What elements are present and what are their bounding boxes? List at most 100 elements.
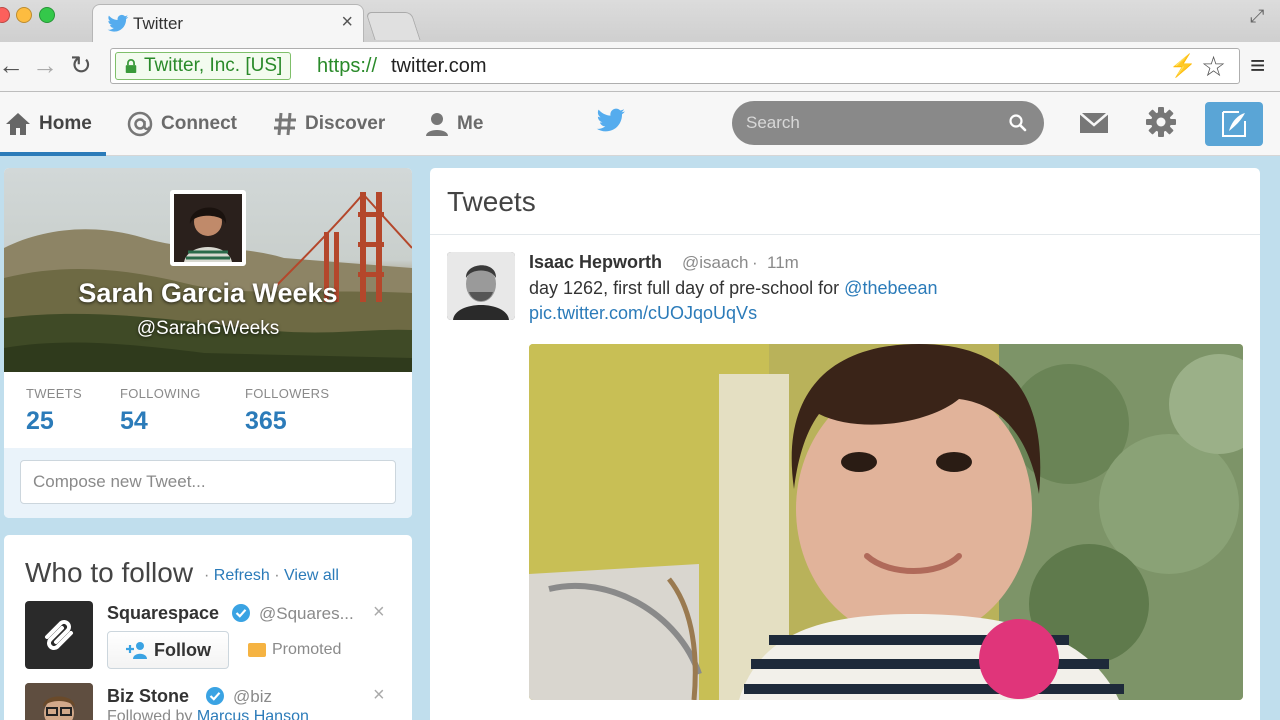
bookmark-star-icon[interactable]: ☆: [1201, 50, 1226, 83]
followed-by-text: Followed by Marcus Hanson: [107, 708, 309, 720]
tweet-author-name[interactable]: Isaac Hepworth: [529, 252, 662, 273]
search-input[interactable]: [746, 109, 996, 137]
suggestion-name[interactable]: Squarespace: [107, 603, 219, 624]
separator-dot: ·: [204, 567, 210, 584]
stat-followers-value: 365: [245, 407, 287, 435]
child-photo-art: [529, 344, 1243, 700]
timeline-title: Tweets: [447, 186, 536, 217]
profile-avatar[interactable]: [170, 190, 246, 266]
tweet-pic-link[interactable]: pic.twitter.com/cUOJqoUqVs: [529, 303, 757, 324]
forward-arrow-icon[interactable]: →: [32, 50, 58, 81]
view-all-link[interactable]: View all: [284, 567, 339, 584]
tweets-timeline: Tweets Isaac Hepworth @isaach · 11m day …: [430, 168, 1260, 720]
who-to-follow-card: Who to follow · Refresh · View all Squar…: [4, 535, 412, 720]
tweet-author-avatar[interactable]: [447, 252, 515, 320]
timeline-divider: [430, 234, 1260, 235]
nav-discover[interactable]: Discover: [272, 92, 385, 156]
profile-name[interactable]: Sarah Garcia Weeks: [4, 278, 412, 309]
stat-followers-label: FOLLOWERS: [245, 386, 330, 401]
search-box: [732, 101, 1044, 145]
nav-me-label: Me: [457, 113, 484, 134]
separator-dot: ·: [752, 253, 758, 272]
gear-icon[interactable]: [1145, 106, 1177, 138]
suggestion-name[interactable]: Biz Stone: [107, 686, 189, 707]
dismiss-suggestion-icon[interactable]: ×: [373, 684, 385, 707]
profile-cover-image: Sarah Garcia Weeks @SarahGWeeks: [4, 168, 412, 372]
minimize-window-button[interactable]: [16, 7, 32, 23]
quill-icon: [1222, 111, 1246, 137]
nav-discover-label: Discover: [305, 113, 386, 134]
reload-icon[interactable]: ↻: [70, 50, 92, 81]
browser-toolbar: ← → ↻ Twitter, Inc. [US] https:// twitte…: [0, 42, 1280, 92]
compose-tweet-button[interactable]: [1205, 102, 1263, 146]
stat-following[interactable]: FOLLOWING 54: [120, 386, 201, 436]
verified-badge-icon: [206, 687, 224, 705]
nav-home-label: Home: [39, 113, 92, 134]
close-tab-icon[interactable]: ×: [341, 11, 353, 34]
twitter-top-nav: Home Connect Discover Me: [0, 92, 1280, 156]
browser-menu-icon[interactable]: ≡: [1250, 50, 1265, 81]
back-arrow-icon[interactable]: ←: [0, 50, 24, 81]
active-nav-indicator: [0, 152, 106, 156]
squarespace-logo-icon: [45, 620, 73, 650]
hashtag-icon: [274, 112, 296, 136]
twitter-bird-icon: [107, 14, 129, 32]
twitter-logo-icon[interactable]: [596, 108, 626, 134]
browser-tab-bar: Twitter × ⤢: [0, 0, 1280, 42]
envelope-icon[interactable]: [1078, 110, 1110, 136]
promoted-icon: [248, 643, 266, 657]
browser-tab-twitter[interactable]: Twitter ×: [92, 4, 364, 42]
profile-card: Sarah Garcia Weeks @SarahGWeeks TWEETS 2…: [4, 168, 412, 518]
nav-home[interactable]: Home: [4, 92, 92, 156]
compose-tweet-input[interactable]: [20, 460, 396, 504]
separator-dot: ·: [274, 567, 280, 584]
url-host: twitter.com: [391, 55, 487, 77]
nav-connect[interactable]: Connect: [126, 92, 237, 156]
stat-tweets-label: TWEETS: [26, 386, 82, 401]
extension-bolt-icon[interactable]: ⚡: [1169, 53, 1196, 79]
url-scheme: https://: [317, 55, 378, 77]
profile-handle[interactable]: @SarahGWeeks: [4, 318, 412, 340]
who-to-follow-links: · Refresh · View all: [204, 567, 339, 585]
followed-by-prefix: Followed by: [107, 708, 193, 720]
follow-button[interactable]: Follow: [107, 631, 229, 669]
stat-tweets[interactable]: TWEETS 25: [26, 386, 82, 436]
ev-certificate-badge[interactable]: Twitter, Inc. [US]: [115, 52, 292, 80]
tweet-photo[interactable]: [529, 344, 1243, 700]
fullscreen-icon[interactable]: ⤢: [1250, 6, 1264, 27]
follow-button-label: Follow: [154, 639, 211, 660]
tab-title: Twitter: [133, 14, 184, 33]
compose-area: [4, 448, 412, 518]
tweet-author-handle[interactable]: @isaach: [682, 253, 748, 273]
lock-icon: [125, 59, 137, 73]
suggestion-handle[interactable]: @Squares...: [259, 604, 354, 624]
ev-organization-label: Twitter, Inc. [US]: [144, 55, 283, 76]
tweet-mention-link[interactable]: @thebeean: [844, 278, 937, 298]
stat-following-label: FOLLOWING: [120, 386, 201, 401]
at-sign-icon: [127, 111, 153, 137]
verified-badge-icon: [232, 604, 250, 622]
nav-connect-label: Connect: [161, 113, 237, 134]
close-window-button[interactable]: [0, 7, 10, 23]
tweet-text: day 1262, first full day of pre-school f…: [529, 278, 938, 299]
tweet-timestamp[interactable]: 11m: [767, 253, 799, 273]
address-bar[interactable]: Twitter, Inc. [US] https:// twitter.com …: [110, 48, 1240, 84]
dismiss-suggestion-icon[interactable]: ×: [373, 601, 385, 624]
nav-me[interactable]: Me: [424, 92, 483, 156]
squarespace-avatar[interactable]: [25, 601, 93, 669]
home-icon: [6, 113, 30, 135]
biz-stone-avatar[interactable]: [25, 683, 93, 720]
search-icon[interactable]: [1008, 113, 1028, 133]
new-tab-button[interactable]: [365, 12, 421, 40]
who-to-follow-title: Who to follow: [25, 557, 194, 588]
stat-followers[interactable]: FOLLOWERS 365: [245, 386, 329, 436]
zoom-window-button[interactable]: [39, 7, 55, 23]
stat-tweets-value: 25: [26, 407, 54, 435]
suggestion-handle[interactable]: @biz: [233, 687, 272, 707]
stat-following-value: 54: [120, 407, 148, 435]
person-icon: [426, 113, 448, 136]
followed-by-user-link[interactable]: Marcus Hanson: [197, 708, 309, 720]
add-user-icon: [126, 642, 147, 659]
promoted-label: Promoted: [272, 641, 342, 658]
refresh-link[interactable]: Refresh: [214, 567, 270, 584]
